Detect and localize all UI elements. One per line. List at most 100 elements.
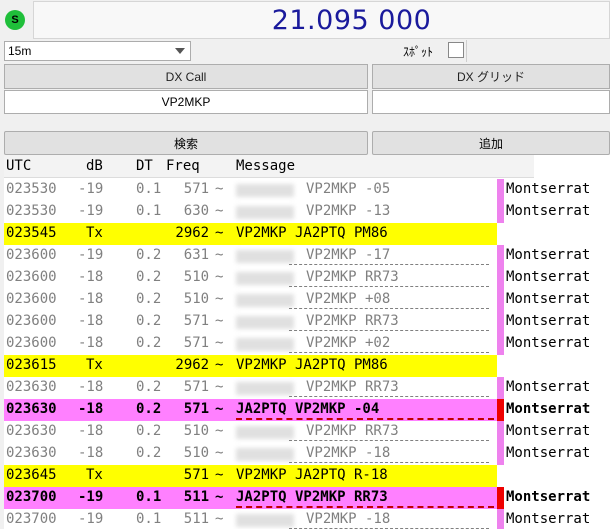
dx-grid-input[interactable] <box>372 90 610 114</box>
cell-country: Montserrat <box>506 181 591 197</box>
cell-message: VP2MKP -17 <box>306 247 391 263</box>
cell-dt: 0.2 <box>136 379 162 395</box>
message-underline <box>289 330 489 331</box>
cell-message: VP2MKP JA2PTQ R-18 <box>236 467 388 483</box>
band-select[interactable]: 15m <box>4 41 191 61</box>
cell-message: VP2MKP RR73 <box>306 269 399 285</box>
status-bar <box>497 333 504 355</box>
cell-sep: ~ <box>215 357 224 373</box>
cell-dt: 0.2 <box>136 247 162 263</box>
cell-freq: 511 <box>183 489 210 505</box>
cell-dt: 0.1 <box>136 489 162 505</box>
cell-sep: ~ <box>215 511 224 527</box>
cell-utc: 023630 <box>6 423 57 439</box>
cell-message: JA2PTQ VP2MKP RR73 <box>236 489 388 505</box>
cell-country: Montserrat <box>506 269 591 285</box>
table-row[interactable]: 023600 -18 0.2 571 ~ VP2MKP +02 Montserrat <box>4 333 610 355</box>
status-bar <box>497 245 504 267</box>
cell-dt: 0.1 <box>136 511 162 527</box>
status-bar <box>497 509 504 529</box>
spot-checkbox[interactable] <box>448 42 464 58</box>
cell-utc: 023645 <box>6 467 57 483</box>
message-underline <box>236 506 494 508</box>
decode-table: UTC dB DT Freq Message 023530 -19 0.1 571 ~ V… <box>4 155 610 529</box>
table-row[interactable]: 023545 Tx 2962 ~ VP2MKP JA2PTQ PM86 <box>4 223 610 245</box>
cell-freq: 510 <box>183 445 210 461</box>
search-button-label: 検索 <box>173 136 198 151</box>
frequency-display: 21.095 000 <box>33 1 610 39</box>
table-row[interactable]: 023630 -18 0.2 571 ~ VP2MKP RR73 Montserrat <box>4 377 610 399</box>
cell-message: VP2MKP RR73 <box>306 313 399 329</box>
table-header: UTC dB DT Freq Message <box>4 155 534 178</box>
dx-call-header[interactable]: DX Call <box>4 64 368 89</box>
cell-sep: ~ <box>215 247 224 263</box>
cell-message: VP2MKP JA2PTQ PM86 <box>236 225 388 241</box>
cell-utc: 023630 <box>6 379 57 395</box>
status-bar <box>497 377 504 399</box>
cell-dt: 0.2 <box>136 291 162 307</box>
table-row[interactable]: 023630 -18 0.2 510 ~ VP2MKP -18 Montserrat <box>4 443 610 465</box>
cell-utc: 023600 <box>6 269 57 285</box>
message-underline <box>236 418 494 420</box>
cell-utc: 023600 <box>6 291 57 307</box>
table-row[interactable]: 023615 Tx 2962 ~ VP2MKP JA2PTQ PM86 <box>4 355 610 377</box>
dx-grid-header[interactable]: DX グリッド <box>372 64 610 89</box>
table-row[interactable]: 023630 -18 0.2 510 ~ VP2MKP RR73 Montserrat <box>4 421 610 443</box>
cell-db: Tx <box>86 357 103 373</box>
cell-sep: ~ <box>215 181 224 197</box>
table-row[interactable]: 023600 -18 0.2 510 ~ VP2MKP RR73 Montserrat <box>4 267 610 289</box>
redacted-callsign <box>236 514 294 527</box>
cell-utc: 023545 <box>6 225 57 241</box>
cell-country: Montserrat <box>506 445 591 461</box>
table-row[interactable]: 023645 Tx 571 ~ VP2MKP JA2PTQ R-18 <box>4 465 610 487</box>
table-row[interactable]: 023530 -19 0.1 571 ~ VP2MKP -05 Montserrat <box>4 179 610 201</box>
table-row[interactable]: 023600 -19 0.2 631 ~ VP2MKP -17 Montserrat <box>4 245 610 267</box>
cell-freq: 571 <box>183 401 210 417</box>
table-row[interactable]: 023700 -19 0.1 511 ~ JA2PTQ VP2MKP RR73 Montse… <box>4 487 610 509</box>
cell-freq: 571 <box>183 467 210 483</box>
redacted-callsign <box>236 206 294 219</box>
search-button[interactable]: 検索 <box>4 131 368 155</box>
redacted-callsign <box>236 448 294 461</box>
table-row[interactable]: 023700 -19 0.1 511 ~ VP2MKP -18 Montserrat <box>4 509 610 529</box>
cell-db: Tx <box>86 225 103 241</box>
table-row[interactable]: 023600 -18 0.2 571 ~ VP2MKP RR73 Montserrat <box>4 311 610 333</box>
status-bar <box>497 201 504 223</box>
cell-freq: 571 <box>183 181 210 197</box>
cell-db: -18 <box>78 313 104 329</box>
status-bar <box>497 311 504 333</box>
dx-call-label: DX Call <box>165 69 207 84</box>
cell-country: Montserrat <box>506 379 591 395</box>
cell-db: -18 <box>78 401 104 417</box>
cell-dt: 0.2 <box>136 423 162 439</box>
table-row[interactable]: 023630 -18 0.2 571 ~ JA2PTQ VP2MKP -04 Montser… <box>4 399 610 421</box>
dx-call-input[interactable]: VP2MKP <box>4 90 368 114</box>
add-button[interactable]: 追加 <box>372 131 610 155</box>
cell-freq: 510 <box>183 291 210 307</box>
cell-message: VP2MKP RR73 <box>306 423 399 439</box>
message-underline <box>289 308 489 309</box>
cell-freq: 631 <box>183 247 210 263</box>
cell-dt: 0.2 <box>136 445 162 461</box>
cell-country: Montserrat <box>506 489 591 505</box>
cell-dt: 0.2 <box>136 335 162 351</box>
table-row[interactable]: 023530 -19 0.1 630 ~ VP2MKP -13 Montserrat <box>4 201 610 223</box>
cell-db: Tx <box>86 467 103 483</box>
cell-dt: 0.2 <box>136 269 162 285</box>
cell-utc: 023530 <box>6 203 57 219</box>
message-underline <box>289 286 489 287</box>
cell-message: VP2MKP +02 <box>306 335 391 351</box>
cell-freq: 630 <box>183 203 210 219</box>
dx-grid-label: DX グリッド <box>456 70 525 84</box>
cell-sep: ~ <box>215 203 224 219</box>
cell-db: -18 <box>78 445 104 461</box>
cell-freq: 510 <box>183 423 210 439</box>
table-row[interactable]: 023600 -18 0.2 510 ~ VP2MKP +08 Montserrat <box>4 289 610 311</box>
cell-dt: 0.2 <box>136 313 162 329</box>
spot-label: ｽﾎﾟｯﾄ <box>403 45 434 59</box>
cell-db: -19 <box>78 511 104 527</box>
header-dt: DT <box>136 158 153 174</box>
cell-country: Montserrat <box>506 511 591 527</box>
dx-call-value: VP2MKP <box>161 95 211 109</box>
cell-freq: 511 <box>183 511 210 527</box>
